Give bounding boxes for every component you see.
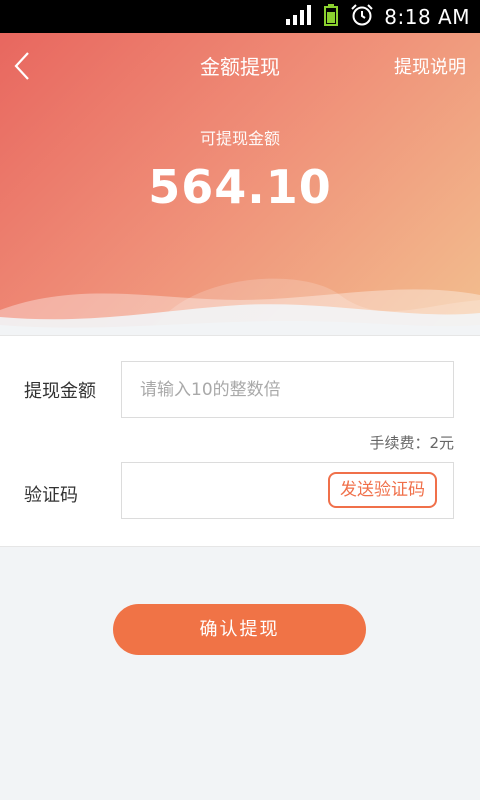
status-time: 8:18 AM	[384, 4, 470, 29]
fee-text: 手续费：2元	[369, 434, 454, 452]
amount-input[interactable]	[121, 361, 454, 418]
battery-icon	[324, 3, 339, 30]
withdraw-form: 提现金额 手续费：2元 验证码 发送验证码	[0, 335, 480, 547]
amount-label: 提现金额	[24, 381, 96, 402]
send-code-button[interactable]: 发送验证码	[328, 472, 437, 508]
withdraw-help-link[interactable]: 提现说明	[394, 53, 466, 79]
balance-label: 可提现金额	[199, 129, 280, 148]
balance-header: 金额提现 提现说明 可提现金额 564.10	[0, 33, 480, 335]
signal-icon	[286, 4, 312, 29]
code-label: 验证码	[24, 485, 78, 506]
status-bar: 8:18 AM	[0, 0, 480, 33]
status-icons: 8:18 AM	[274, 0, 470, 33]
decorative-waves	[0, 278, 480, 335]
verification-code-field: 发送验证码	[121, 462, 454, 519]
verification-code-input[interactable]	[122, 463, 348, 518]
balance-value: 564.10	[148, 160, 332, 214]
alarm-icon	[350, 3, 374, 31]
confirm-withdraw-button[interactable]: 确认提现	[113, 604, 366, 655]
